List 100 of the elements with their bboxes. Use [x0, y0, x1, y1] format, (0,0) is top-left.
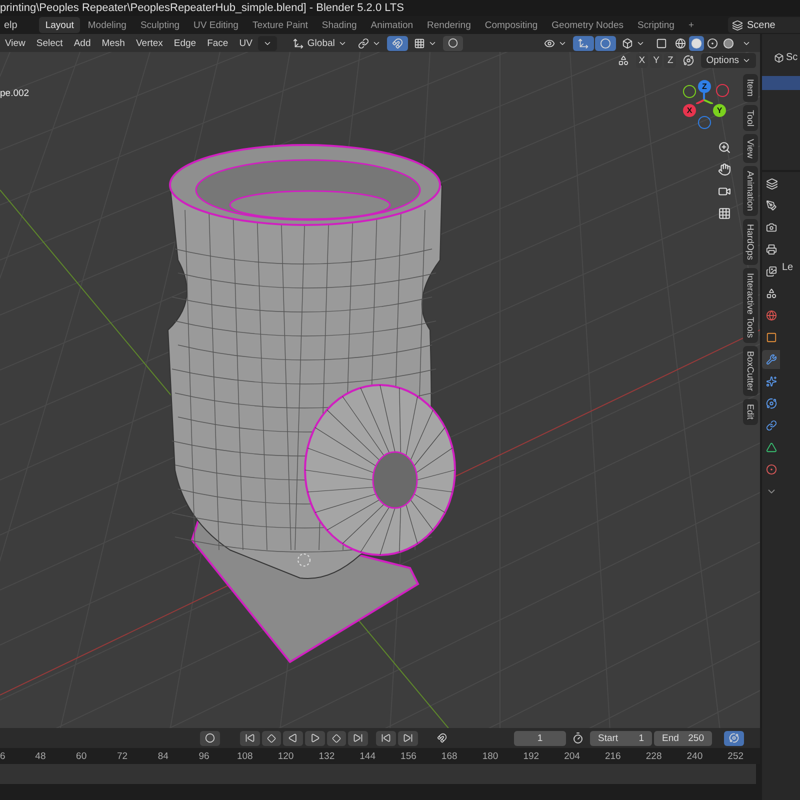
gizmo-ring[interactable]	[698, 116, 711, 129]
workspace-tab[interactable]: Animation	[364, 17, 420, 33]
axis-toggle[interactable]: Y	[650, 53, 662, 68]
circle-icon	[205, 733, 215, 743]
gizmo-ring[interactable]	[683, 85, 696, 98]
properties-tab[interactable]	[762, 350, 780, 369]
triangle-icon	[766, 442, 776, 453]
workspace-tab[interactable]: Shading	[316, 17, 363, 33]
outliner-item[interactable]: Sc	[786, 52, 798, 63]
skip-forward-icon	[353, 733, 363, 743]
frame-number: 48	[34, 750, 47, 762]
skip-back-icon	[381, 733, 391, 743]
current-frame-field[interactable]: 1	[514, 730, 566, 746]
orientation-dropdown[interactable]: Global	[288, 36, 352, 50]
frame-number: 216	[604, 750, 622, 762]
proportional-edit-toggle[interactable]	[442, 36, 463, 50]
workspace-tab[interactable]: Modeling	[82, 17, 132, 33]
start-frame-field[interactable]: Start 1	[590, 730, 652, 746]
solid-sphere-icon	[691, 38, 702, 48]
magnet-icon	[392, 38, 403, 48]
shading-mode-button[interactable]	[721, 36, 736, 50]
globe-icon	[766, 310, 776, 321]
workspace-tab[interactable]: Geometry Nodes	[546, 17, 630, 33]
workspace-tab[interactable]: Compositing	[478, 17, 544, 33]
material-sphere-icon	[707, 38, 718, 48]
sidebar-tab[interactable]: BoxCutter	[743, 346, 758, 396]
play-button[interactable]	[305, 730, 325, 746]
shading-mode-button[interactable]	[705, 36, 720, 50]
frame-number: 168	[440, 750, 458, 762]
workspace-tab[interactable]: Layout	[39, 17, 80, 33]
header-menu[interactable]: Face	[202, 36, 234, 50]
gizmo-ring[interactable]	[716, 84, 729, 97]
next-keyframe-button[interactable]	[327, 730, 346, 746]
jump-start-button[interactable]	[240, 730, 260, 746]
axis-gizmo-ball[interactable]: Z	[698, 80, 711, 93]
workspace-tab[interactable]: Scripting	[631, 17, 680, 33]
header-menu[interactable]: Vertex	[130, 36, 168, 50]
sidebar-tab[interactable]: HardOps	[743, 219, 758, 266]
axis-toggle[interactable]: Z	[664, 53, 676, 68]
header-menu[interactable]: Mesh	[96, 36, 130, 50]
add-workspace-button[interactable]: +	[682, 17, 700, 33]
shapes-icon	[618, 55, 629, 66]
header-menu[interactable]: Select	[31, 36, 68, 50]
property-label: Le	[782, 262, 794, 273]
frame-number: 72	[116, 750, 129, 762]
sidebar-tab[interactable]: Tool	[743, 104, 758, 132]
skip-forward-icon	[403, 733, 413, 743]
workspace-tab[interactable]: Rendering	[421, 17, 477, 33]
axes-icon	[578, 38, 589, 48]
workspace-tab[interactable]: UV Editing	[188, 17, 244, 33]
sidebar-tab[interactable]: Interactive Tools	[743, 268, 758, 344]
header-menu[interactable]: View	[0, 36, 30, 50]
frame-number: 96	[198, 750, 210, 762]
sidebar-tab[interactable]: Animation	[743, 166, 758, 216]
keyframe-jump-button[interactable]	[376, 730, 396, 746]
workspace-tab[interactable]: Sculpting	[134, 17, 186, 33]
sidebar-tab[interactable]: Edit	[743, 399, 758, 425]
play-reverse-button[interactable]	[283, 730, 303, 746]
workspace-tab[interactable]: Texture Paint	[246, 17, 314, 33]
header-menu[interactable]: Edge	[168, 36, 202, 50]
rendered-sphere-icon	[723, 38, 734, 48]
axis-gizmo-ball[interactable]: Y	[713, 104, 726, 117]
record-button[interactable]	[200, 730, 220, 746]
sync-dropdown[interactable]	[724, 730, 744, 746]
snap-toggle[interactable]	[386, 36, 408, 50]
shading-mode-button[interactable]	[673, 36, 688, 50]
axis-toggle[interactable]: X	[636, 53, 648, 68]
sidebar-tab[interactable]: View	[743, 134, 758, 164]
keyframe-jump-button[interactable]	[398, 730, 418, 746]
axes-icon	[293, 38, 304, 48]
window-title: printing\Peoples Repeater\PeoplesRepeaterHub_simple.blend] - Blender 5.2.0 LTS	[0, 2, 404, 14]
editor-type-icon	[766, 178, 778, 190]
shapes-icon	[766, 288, 776, 299]
square-icon	[656, 38, 667, 48]
orbit-icon	[729, 733, 739, 743]
frame-number: 156	[400, 750, 418, 762]
frame-number: 144	[358, 750, 376, 762]
sidebar-tab[interactable]: Item	[743, 74, 758, 102]
overlay-toggle[interactable]	[595, 36, 616, 50]
options-dropdown[interactable]: Options	[701, 53, 756, 68]
cube-icon	[622, 38, 633, 48]
gizmo-toggle[interactable]	[573, 36, 594, 50]
scene-selector[interactable]: Scene	[728, 17, 800, 33]
end-frame-field[interactable]: End 250	[654, 730, 712, 746]
prev-keyframe-button[interactable]	[262, 730, 281, 746]
header-menu[interactable]: Add	[68, 36, 96, 50]
jump-end-button[interactable]	[348, 730, 368, 746]
header-menu[interactable]: UV	[234, 36, 258, 50]
help-menu[interactable]: elp	[0, 20, 22, 30]
stopwatch-icon	[572, 732, 584, 744]
frame-number: 240	[686, 750, 704, 762]
frame-number: 84	[156, 750, 170, 762]
frame-number: 228	[644, 750, 663, 762]
shading-mode-button[interactable]	[689, 36, 704, 50]
hand-icon	[718, 162, 730, 176]
diamond-icon	[332, 734, 341, 742]
frame-number: 120	[276, 750, 295, 762]
play-reverse-icon	[288, 733, 298, 743]
axis-gizmo-ball[interactable]: X	[683, 104, 696, 117]
square-icon	[766, 332, 776, 343]
